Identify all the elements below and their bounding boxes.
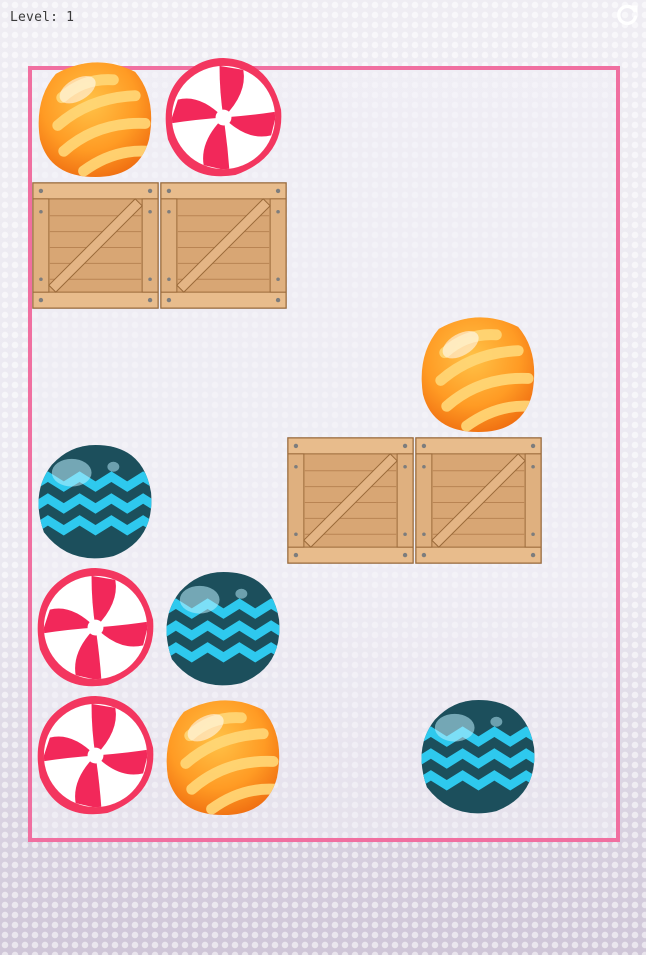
blue-candy-icon[interactable] xyxy=(415,692,542,819)
blue-candy-icon[interactable] xyxy=(32,437,159,564)
restart-icon[interactable] xyxy=(614,2,640,28)
red-candy-icon[interactable] xyxy=(160,54,287,181)
orange-candy-icon[interactable] xyxy=(415,309,542,436)
blue-candy-icon[interactable] xyxy=(160,564,287,691)
level-indicator: Level: 1 xyxy=(10,10,75,25)
wooden-crate-icon xyxy=(287,436,414,564)
orange-candy-icon[interactable] xyxy=(32,54,159,181)
orange-candy-icon[interactable] xyxy=(160,692,287,819)
wooden-crate-icon xyxy=(32,181,159,309)
wooden-crate-icon xyxy=(414,436,542,564)
game-board xyxy=(28,57,620,842)
red-candy-icon[interactable] xyxy=(32,692,159,819)
red-candy-icon[interactable] xyxy=(32,564,159,691)
wooden-crate-icon xyxy=(159,181,287,309)
